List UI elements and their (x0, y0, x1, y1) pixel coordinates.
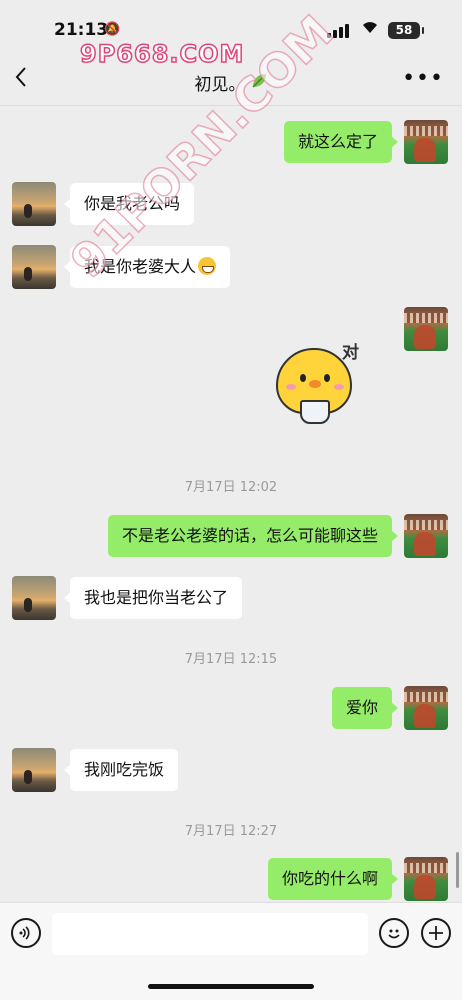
message-bubble-out[interactable]: 爱你 (331, 687, 399, 729)
watermark-top: 9P668.COM (79, 39, 245, 69)
my-avatar[interactable] (404, 686, 448, 730)
contact-avatar[interactable] (12, 182, 56, 226)
message-bubble-in[interactable]: 我刚吃完饭 (63, 749, 179, 791)
grinning-face-icon (198, 257, 217, 275)
my-avatar[interactable] (404, 857, 448, 901)
timestamp: 7月17日 12:27 (184, 824, 278, 839)
my-avatar[interactable] (404, 514, 448, 558)
emoji-icon[interactable] (379, 918, 409, 948)
bell-slash-icon: 🔕 (104, 22, 121, 37)
wifi-icon (360, 18, 380, 39)
plus-icon[interactable] (421, 918, 451, 948)
my-avatar[interactable] (404, 307, 448, 351)
sticker-caption: 对 (342, 343, 359, 363)
chick-holding-cup-sticker[interactable]: 对 (274, 338, 370, 426)
home-indicator[interactable] (148, 984, 314, 989)
contact-avatar[interactable] (12, 245, 56, 289)
chick-eye-right (324, 374, 330, 382)
timestamp: 7月17日 12:02 (184, 480, 278, 495)
battery-indicator: 58 (388, 22, 424, 39)
chick-beak (309, 380, 321, 388)
message-bubble-in[interactable]: 我也是把你当老公了 (63, 577, 243, 619)
cup (300, 400, 330, 424)
more-dots-icon[interactable]: ••• (402, 66, 444, 91)
chick-body (276, 348, 352, 424)
message-input[interactable] (52, 913, 368, 955)
chick-cheek-right (334, 384, 344, 390)
contact-avatar[interactable] (12, 748, 56, 792)
my-avatar[interactable] (404, 120, 448, 164)
message-bubble-out[interactable]: 你吃的什么啊 (267, 858, 399, 900)
timestamp: 7月17日 12:15 (184, 652, 278, 667)
message-bubble-out[interactable]: 就这么定了 (283, 121, 399, 163)
message-bubble-out[interactable]: 不是老公老婆的话，怎么可能聊这些 (107, 515, 399, 557)
voice-icon[interactable] (11, 918, 41, 948)
scrollbar[interactable] (456, 852, 459, 888)
status-time: 21:13 (54, 20, 109, 40)
chick-eye-left (300, 374, 306, 382)
contact-avatar[interactable] (12, 576, 56, 620)
chick-cheek-left (286, 384, 296, 390)
